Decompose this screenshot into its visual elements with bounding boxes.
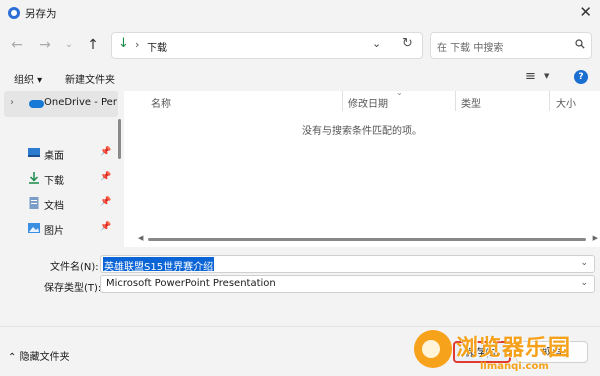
column-header-type[interactable]: 类型 (461, 95, 481, 110)
breadcrumb-current[interactable]: 下载 (147, 39, 167, 54)
search-placeholder: 在 下载 中搜索 (437, 43, 504, 54)
title-bar: 另存为 ✕ (0, 0, 600, 26)
recent-locations-button[interactable]: ⌄ (58, 34, 80, 56)
pictures-icon (28, 223, 40, 233)
filename-label: 文件名(N): (50, 262, 99, 273)
sidebar-item-label: 下载 (44, 176, 64, 187)
sidebar-item-documents[interactable]: 文档 📌 (0, 192, 118, 216)
sidebar-scrollbar[interactable] (118, 119, 121, 159)
window-title: 另存为 (25, 8, 57, 20)
back-button[interactable]: ← (6, 34, 28, 56)
chevron-down-icon[interactable]: ⌄ (580, 258, 588, 268)
column-header-size[interactable]: 大小 (556, 95, 576, 110)
arrow-left-icon: ← (11, 37, 23, 53)
pin-icon: 📌 (100, 197, 112, 207)
help-icon[interactable]: ? (574, 70, 588, 84)
up-button[interactable]: ↑ (82, 34, 104, 56)
chevron-down-icon: ⌄ (64, 39, 74, 50)
sidebar-item-onedrive[interactable]: › OneDrive - Per (4, 91, 118, 117)
address-bar[interactable]: ↓ › 下载 ⌄ ↻ (111, 32, 423, 59)
hide-folders-button[interactable]: ⌃ 隐藏文件夹 (8, 348, 70, 363)
filename-field[interactable]: 英雄联盟S15世界赛介绍 ⌄ (100, 255, 595, 273)
desktop-icon (28, 148, 40, 157)
filetype-label: 保存类型(T): (44, 283, 102, 294)
watermark-text: 浏览器乐园 (456, 335, 572, 361)
download-icon: ↓ (118, 36, 129, 51)
sort-chevron-icon: ⌄ (396, 88, 403, 97)
expand-chevron-icon[interactable]: › (10, 97, 14, 108)
search-input[interactable]: 在 下载 中搜索 (430, 32, 592, 59)
refresh-icon[interactable]: ↻ (402, 36, 413, 51)
sidebar-item-label: 文档 (44, 201, 64, 212)
horizontal-scrollbar[interactable]: ◀ ▶ (138, 234, 598, 242)
column-divider[interactable] (342, 91, 343, 111)
forward-button[interactable]: → (34, 34, 56, 56)
file-list: 名称 ⌄ 修改日期 类型 大小 没有与搜索条件匹配的项。 ◀ ▶ (124, 88, 600, 247)
sidebar-item-desktop[interactable]: 桌面 📌 (0, 142, 118, 166)
onedrive-cloud-icon (29, 100, 44, 108)
pin-icon: 📌 (100, 147, 112, 157)
scrollbar-thumb[interactable] (148, 238, 586, 241)
breadcrumb-separator: › (135, 38, 140, 51)
navigation-bar: ← → ⌄ ↑ ↓ › 下载 ⌄ ↻ 在 下载 中搜索 (0, 26, 600, 64)
view-options-icon[interactable]: ≡ (525, 69, 536, 84)
pin-icon: 📌 (100, 222, 112, 232)
filetype-value: Microsoft PowerPoint Presentation (106, 278, 276, 289)
navigation-pane: › OneDrive - Per 桌面 📌 下载 📌 文档 📌 图片 📌 (0, 91, 124, 247)
organize-button[interactable]: 组织 ▾ (14, 71, 42, 86)
scroll-right-icon[interactable]: ▶ (593, 234, 598, 242)
new-folder-button[interactable]: 新建文件夹 (65, 71, 115, 86)
command-bar: 组织 ▾ 新建文件夹 ≡ ▼ ? (0, 64, 600, 91)
app-icon (8, 7, 20, 19)
search-icon (575, 39, 585, 49)
address-dropdown-icon[interactable]: ⌄ (372, 37, 381, 50)
sidebar-item-label: OneDrive - Per (44, 97, 117, 108)
sidebar-item-label: 桌面 (44, 151, 64, 162)
pin-icon: 📌 (100, 172, 112, 182)
column-divider[interactable] (455, 91, 456, 111)
column-header-name[interactable]: 名称 (151, 95, 171, 110)
chevron-down-icon[interactable]: ⌄ (580, 278, 588, 288)
column-divider[interactable] (549, 91, 550, 111)
sidebar-item-downloads[interactable]: 下载 📌 (0, 167, 118, 191)
chevron-up-icon: ⌃ (8, 352, 17, 363)
filetype-select[interactable]: Microsoft PowerPoint Presentation ⌄ (100, 275, 595, 293)
watermark-url: llmanqi.com (480, 361, 549, 372)
download-icon (29, 172, 39, 184)
document-icon (29, 197, 39, 209)
arrow-right-icon: → (39, 37, 51, 53)
sidebar-item-label: 图片 (44, 226, 64, 237)
hide-folders-label: 隐藏文件夹 (19, 352, 70, 363)
sidebar-item-pictures[interactable]: 图片 📌 (0, 217, 118, 241)
close-button[interactable]: ✕ (579, 3, 592, 21)
column-header-modified[interactable]: 修改日期 (348, 95, 388, 110)
watermark: 浏览器乐园 llmanqi.com (410, 324, 598, 376)
scroll-left-icon[interactable]: ◀ (138, 234, 143, 242)
empty-state-message: 没有与搜索条件匹配的项。 (302, 126, 422, 137)
view-dropdown-icon[interactable]: ▼ (544, 72, 549, 80)
watermark-logo-icon (414, 330, 452, 368)
filename-value[interactable]: 英雄联盟S15世界赛介绍 (103, 257, 215, 273)
arrow-up-icon: ↑ (87, 37, 99, 53)
